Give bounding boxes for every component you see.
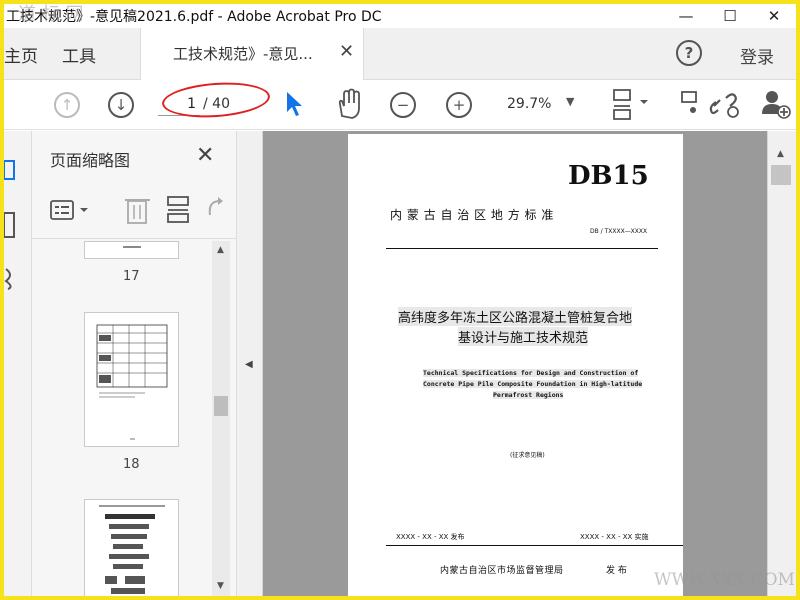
thumbnail-table-content xyxy=(96,324,168,440)
window-controls: — ☐ ✕ xyxy=(664,4,796,28)
next-page-icon[interactable]: ↓ xyxy=(108,92,134,118)
previous-page-icon[interactable]: ↑ xyxy=(54,92,80,118)
thumbnail-page-label: 17 xyxy=(123,269,140,284)
zoom-level[interactable]: 29.7% xyxy=(507,96,551,112)
tabs-row: 主页 工具 工技术规范》-意见... ✕ ? 登录 xyxy=(4,28,796,80)
attachment-icon[interactable] xyxy=(4,265,18,291)
share-link-icon[interactable] xyxy=(708,88,740,120)
login-button[interactable]: 登录 xyxy=(740,43,774,68)
left-tool-strip xyxy=(4,131,32,596)
thumbnail-flowchart-content xyxy=(99,505,165,594)
issue-label: 发 布 xyxy=(606,566,627,576)
chinese-title-line-2: 基设计与施工技术规范 xyxy=(458,327,589,346)
document-scrollbar[interactable]: ▲ xyxy=(767,131,796,596)
standard-number: DB / TXXXX—XXXX xyxy=(590,228,648,235)
page-thumbnails-icon[interactable] xyxy=(4,159,18,183)
help-icon[interactable]: ? xyxy=(676,40,702,66)
thumbnail-page[interactable] xyxy=(84,312,179,447)
footer-rule xyxy=(386,545,683,546)
watermark-top-left: 道 标 网 xyxy=(18,4,84,25)
implement-date: XXXX - XX - XX 实施 xyxy=(580,533,649,541)
scroll-up-icon[interactable]: ▲ xyxy=(217,245,224,255)
hand-tool-icon[interactable] xyxy=(334,88,364,120)
tab-tools[interactable]: 工具 xyxy=(62,42,96,67)
page-fit-icon[interactable] xyxy=(610,88,650,122)
publish-date: XXXX - XX - XX 发布 xyxy=(396,533,465,541)
watermark-bottom-right: WWW.XXX.COM xyxy=(654,570,795,590)
tab-close-icon[interactable]: ✕ xyxy=(339,41,354,62)
english-title-line-1: Technical Specifications for Design and … xyxy=(423,369,639,377)
english-title-line-2: Concrete Pipe Pile Composite Foundation … xyxy=(423,380,643,388)
chinese-title-line-1: 高纬度多年冻土区公路混凝土管桩复合地 xyxy=(398,307,633,326)
collapse-left-icon[interactable]: ◀ xyxy=(245,359,253,370)
document-scroll-thumb[interactable] xyxy=(771,165,791,185)
thumbnail-panel-close-icon[interactable]: ✕ xyxy=(196,143,214,168)
add-user-icon[interactable] xyxy=(760,88,792,120)
toolbar: ↑ ↓ 1 / 40 − + 29.7% ▼ xyxy=(4,80,796,130)
scroll-down-icon[interactable]: ▼ xyxy=(217,581,224,591)
thumbnail-scrollbar[interactable]: ▲ ▼ xyxy=(212,241,230,596)
delete-page-icon[interactable] xyxy=(124,195,152,225)
comment-icon[interactable] xyxy=(680,90,702,118)
thumbnail-page[interactable] xyxy=(84,499,179,596)
bookmark-icon[interactable] xyxy=(4,211,18,241)
minimize-button[interactable]: — xyxy=(664,4,708,28)
tab-home[interactable]: 主页 xyxy=(4,42,38,67)
zoom-dropdown-icon[interactable]: ▼ xyxy=(566,95,574,108)
thumbnail-page-label: 18 xyxy=(123,457,140,472)
close-window-button[interactable]: ✕ xyxy=(752,4,796,28)
thumbnail-panel-title: 页面缩略图 xyxy=(50,151,131,170)
region-standard-heading: 内 蒙 古 自 治 区 地 方 标 准 xyxy=(390,208,554,222)
thumbnail-panel: 页面缩略图 ✕ 17 18 ▲ ▼ xyxy=(32,131,237,596)
maximize-button[interactable]: ☐ xyxy=(708,4,752,28)
header-rule xyxy=(386,248,658,249)
thumbnail-options-icon[interactable] xyxy=(50,199,92,223)
tab-document-label: 工技术规范》-意见... xyxy=(173,45,313,63)
select-cursor-icon[interactable] xyxy=(284,90,304,118)
tab-document[interactable]: 工技术规范》-意见... ✕ xyxy=(140,28,364,80)
zoom-in-icon[interactable]: + xyxy=(446,92,472,118)
thumbnail-page[interactable] xyxy=(84,241,179,259)
thumbnail-scroll-thumb[interactable] xyxy=(214,396,228,416)
rotate-page-icon[interactable] xyxy=(204,195,228,225)
extract-page-icon[interactable] xyxy=(166,195,192,225)
zoom-out-icon[interactable]: − xyxy=(390,92,416,118)
scroll-up-icon[interactable]: ▲ xyxy=(777,149,784,159)
panel-collapse-strip[interactable]: ◀ xyxy=(237,131,263,596)
draft-note: (征求意见稿) xyxy=(510,452,545,459)
thumbnail-toolbar xyxy=(32,181,236,239)
standard-code: DB15 xyxy=(568,161,649,191)
thumbnail-text-line xyxy=(123,246,141,248)
pdf-page[interactable]: DB15 内 蒙 古 自 治 区 地 方 标 准 DB / TXXXX—XXXX… xyxy=(348,134,683,596)
issuer: 内蒙古自治区市场监督管理局 xyxy=(440,566,564,576)
english-title-line-3: Permafrost Regions xyxy=(493,391,564,399)
title-bar: 工技术规范》-意见稿2021.6.pdf - Adobe Acrobat Pro… xyxy=(4,4,796,28)
